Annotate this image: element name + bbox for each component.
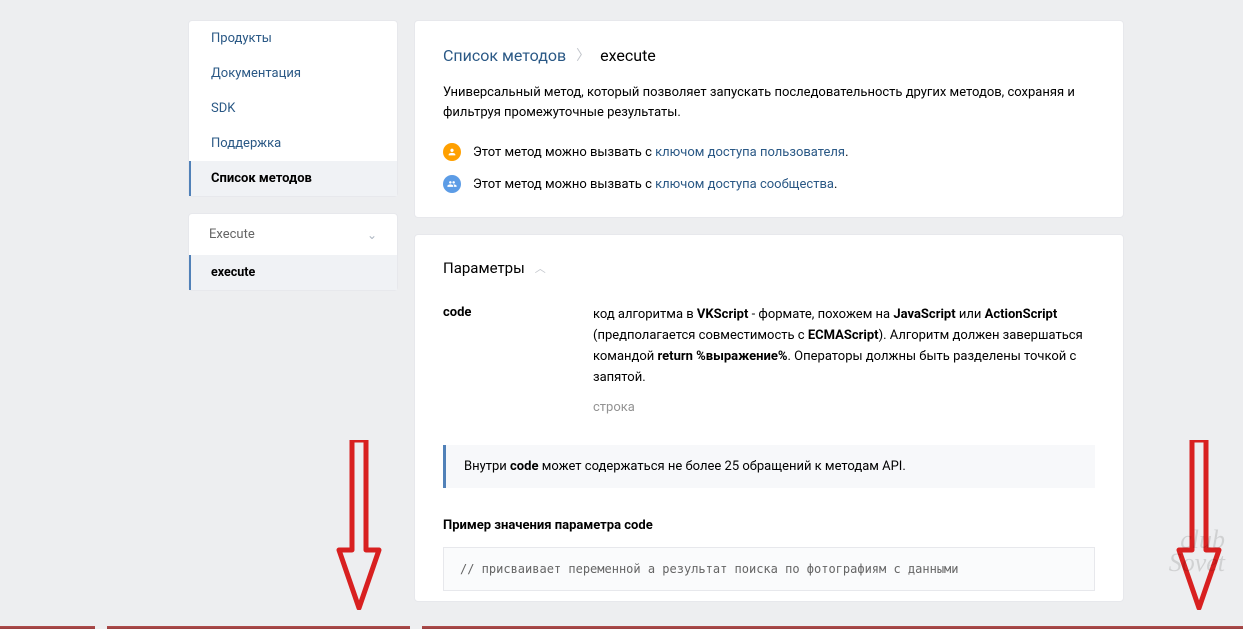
- main-content: Список методов 〉 execute Универсальный м…: [414, 20, 1124, 618]
- breadcrumb: Список методов 〉 execute: [443, 45, 1095, 65]
- main-nav: Продукты Документация SDK Поддержка Спис…: [188, 20, 398, 197]
- breadcrumb-current: execute: [600, 46, 656, 65]
- example-title: Пример значения параметра code: [443, 518, 1095, 533]
- chevron-right-icon: 〉: [576, 45, 590, 65]
- sub-item-execute[interactable]: execute: [189, 255, 397, 290]
- watermark: clubSovet: [1169, 528, 1225, 575]
- breadcrumb-root[interactable]: Список методов: [443, 46, 566, 65]
- param-desc: код алгоритма в VKScript - формате, похо…: [593, 305, 1095, 419]
- group-token-link[interactable]: ключом доступа сообщества: [655, 177, 834, 192]
- access-group-row: Этот метод можно вызвать с ключом доступ…: [443, 175, 1095, 193]
- param-name: code: [443, 305, 573, 419]
- nav-products[interactable]: Продукты: [189, 21, 397, 56]
- param-row-code: code код алгоритма в VKScript - формате,…: [443, 305, 1095, 419]
- user-icon: [443, 143, 461, 161]
- group-icon: [443, 175, 461, 193]
- method-description: Универсальный метод, который позволяет з…: [443, 83, 1095, 123]
- arrow-down-icon: [1175, 440, 1223, 610]
- method-header-card: Список методов 〉 execute Универсальный м…: [414, 20, 1124, 218]
- param-type: строка: [593, 398, 1095, 419]
- dropdown-execute[interactable]: Execute ⌄: [189, 214, 397, 255]
- access-user-row: Этот метод можно вызвать с ключом доступ…: [443, 143, 1095, 161]
- nav-support[interactable]: Поддержка: [189, 126, 397, 161]
- chevron-up-icon: ︿: [535, 260, 546, 276]
- user-token-link[interactable]: ключом доступа пользователя: [655, 145, 845, 160]
- method-group-nav: Execute ⌄ execute: [188, 213, 398, 291]
- nav-docs[interactable]: Документация: [189, 56, 397, 91]
- nav-sdk[interactable]: SDK: [189, 91, 397, 126]
- sidebar: Продукты Документация SDK Поддержка Спис…: [188, 20, 398, 618]
- params-card: Параметры ︿ code код алгоритма в VKScrip…: [414, 234, 1124, 602]
- chevron-down-icon: ⌄: [367, 228, 377, 242]
- note-box: Внутри code может содержаться не более 2…: [443, 445, 1095, 488]
- code-example: // присваивает переменной a результат по…: [443, 547, 1095, 591]
- nav-methods-list[interactable]: Список методов: [189, 161, 397, 196]
- params-title[interactable]: Параметры ︿: [443, 259, 1095, 277]
- dropdown-label: Execute: [209, 227, 255, 242]
